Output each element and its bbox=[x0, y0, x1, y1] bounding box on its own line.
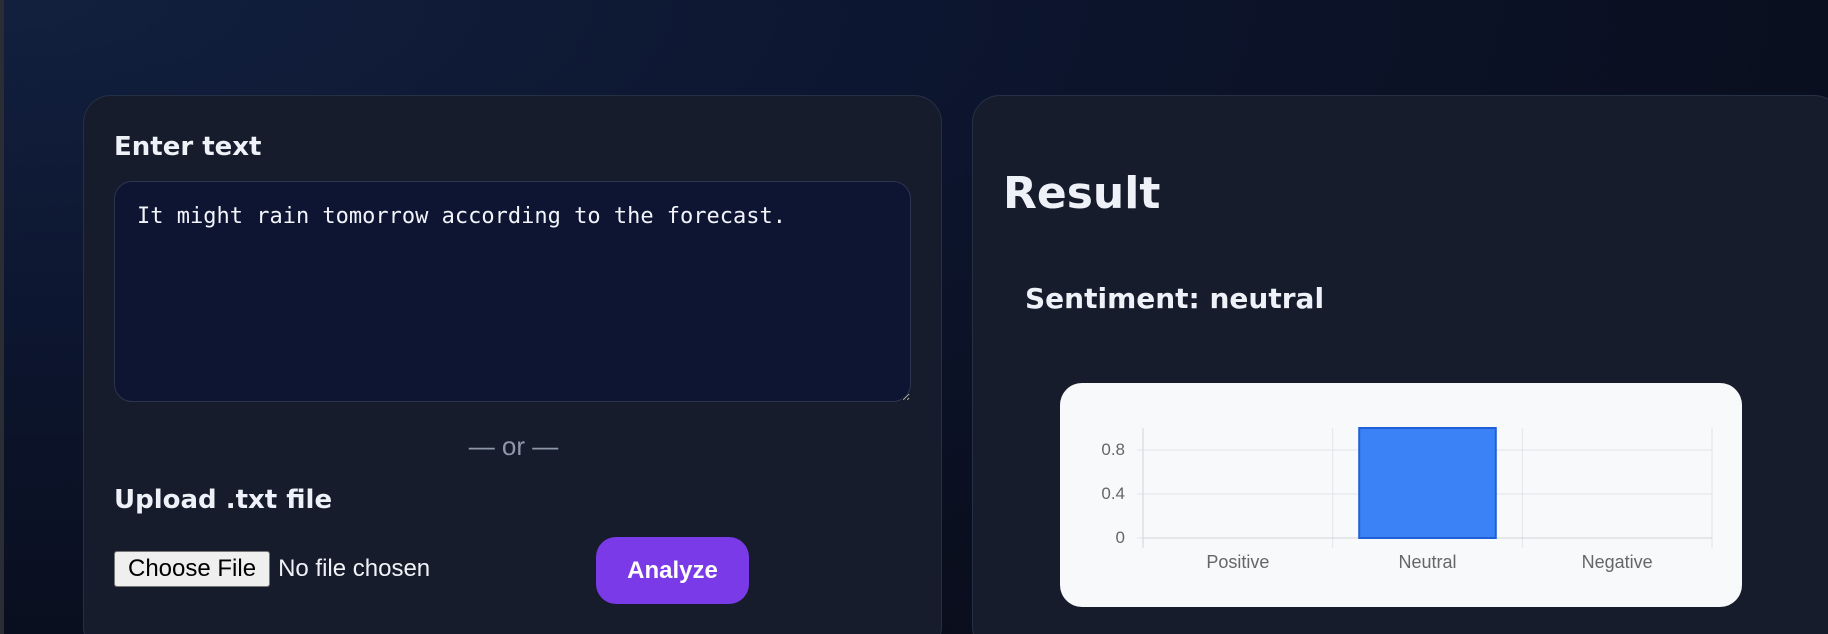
file-input[interactable]: Choose File No file chosen bbox=[114, 551, 430, 587]
x-tick-label: Positive bbox=[1206, 552, 1269, 572]
enter-text-label: Enter text bbox=[114, 132, 262, 162]
choose-file-button[interactable]: Choose File bbox=[114, 551, 271, 587]
input-card: Enter text — or — Upload .txt file Choos… bbox=[83, 95, 942, 634]
bar-neutral bbox=[1358, 427, 1497, 539]
analyze-button[interactable]: Analyze bbox=[596, 537, 749, 604]
result-card: Result Sentiment: neutral 0 0.4 0.8 Positiv… bbox=[972, 95, 1828, 634]
y-tick-label: 0.8 bbox=[1101, 440, 1125, 459]
y-tick-label: 0 bbox=[1116, 528, 1125, 547]
x-tick-label: Neutral bbox=[1398, 552, 1456, 572]
sentiment-label: Sentiment: neutral bbox=[1025, 282, 1325, 315]
chart-svg: 0 0.4 0.8 Positive Neutral Negative bbox=[1101, 427, 1713, 572]
window-edge bbox=[0, 0, 4, 634]
y-tick-label: 0.4 bbox=[1101, 484, 1125, 503]
sentiment-chart: 0 0.4 0.8 Positive Neutral Negative bbox=[1060, 383, 1742, 607]
file-status-text: No file chosen bbox=[278, 555, 431, 582]
upload-file-label: Upload .txt file bbox=[114, 485, 333, 515]
x-tick-label: Negative bbox=[1582, 552, 1653, 572]
or-divider: — or — bbox=[468, 431, 559, 461]
text-input[interactable] bbox=[114, 181, 911, 402]
result-title: Result bbox=[1003, 168, 1161, 219]
